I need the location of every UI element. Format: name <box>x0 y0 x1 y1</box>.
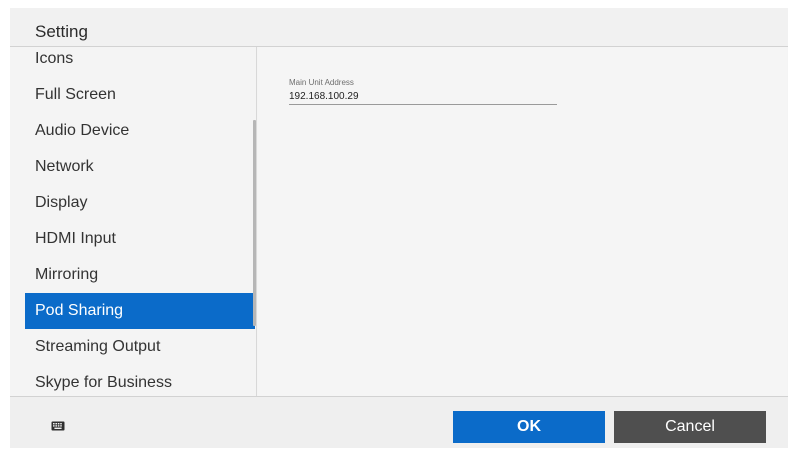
sidebar-item-label: Network <box>35 158 94 175</box>
sidebar-item-label: Streaming Output <box>35 338 161 355</box>
sidebar-item-mirroring[interactable]: Mirroring <box>25 257 255 293</box>
sidebar-item-label: Display <box>35 194 88 211</box>
settings-sidebar: Icons Full Screen Audio Device Network D… <box>10 47 257 396</box>
dialog-footer: OK Cancel <box>10 397 788 448</box>
sidebar-item-hdmi-input[interactable]: HDMI Input <box>25 221 255 257</box>
sidebar-item-icons[interactable]: Icons <box>25 47 255 77</box>
sidebar-list: Icons Full Screen Audio Device Network D… <box>25 47 255 396</box>
dialog-title: Setting <box>35 22 88 41</box>
sidebar-item-label: Skype for Business <box>35 374 172 391</box>
sidebar-item-pod-sharing[interactable]: Pod Sharing <box>25 293 255 329</box>
sidebar-item-full-screen[interactable]: Full Screen <box>25 77 255 113</box>
sidebar-item-display[interactable]: Display <box>25 185 255 221</box>
sidebar-item-skype-for-business[interactable]: Skype for Business <box>25 365 255 396</box>
main-unit-address-input[interactable]: 192.168.100.29 <box>289 90 557 105</box>
settings-main-panel: Main Unit Address 192.168.100.29 <box>258 47 787 396</box>
settings-dialog: Setting Icons Full Screen Audio Device N… <box>10 8 788 448</box>
sidebar-item-network[interactable]: Network <box>25 149 255 185</box>
ok-button[interactable]: OK <box>453 411 605 443</box>
cancel-button[interactable]: Cancel <box>614 411 766 443</box>
sidebar-item-audio-device[interactable]: Audio Device <box>25 113 255 149</box>
main-unit-address-label: Main Unit Address <box>289 78 354 87</box>
sidebar-item-label: Audio Device <box>35 122 130 139</box>
title-bar: Setting <box>10 8 788 46</box>
sidebar-scrollbar[interactable] <box>253 47 256 396</box>
sidebar-item-label: Icons <box>35 50 74 67</box>
sidebar-item-label: Full Screen <box>35 86 116 103</box>
sidebar-item-label: Mirroring <box>35 266 99 283</box>
settings-content: Icons Full Screen Audio Device Network D… <box>10 46 788 397</box>
sidebar-scrollbar-thumb[interactable] <box>253 120 256 326</box>
main-unit-address-field[interactable]: Main Unit Address 192.168.100.29 <box>289 78 557 105</box>
sidebar-item-streaming-output[interactable]: Streaming Output <box>25 329 255 365</box>
sidebar-item-label: HDMI Input <box>35 230 116 247</box>
keyboard-icon[interactable] <box>51 421 65 431</box>
sidebar-item-label: Pod Sharing <box>35 302 124 319</box>
